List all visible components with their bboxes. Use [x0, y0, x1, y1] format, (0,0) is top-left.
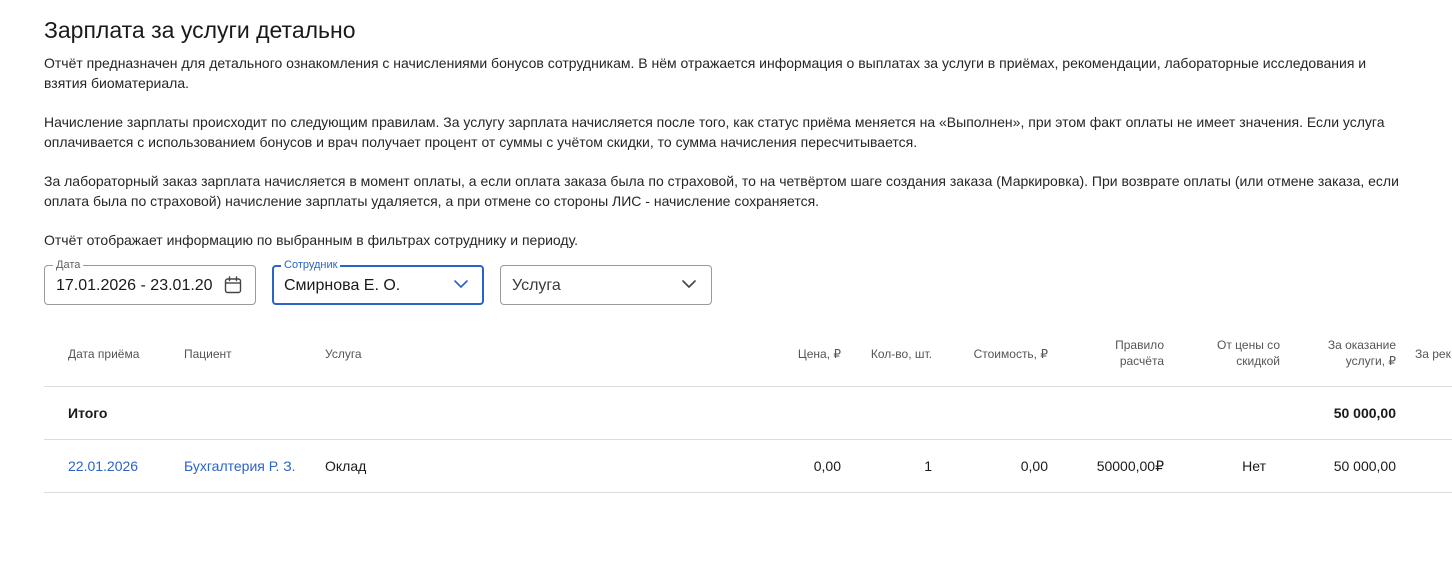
- column-header-for-service[interactable]: За оказание услуги, ₽: [1328, 337, 1396, 369]
- row-discount: Нет: [1242, 458, 1266, 474]
- column-header-rule-line2: расчёта: [1119, 354, 1164, 368]
- row-cost: 0,00: [1020, 458, 1048, 474]
- column-header-for-recommendation[interactable]: За рек: [1415, 346, 1452, 362]
- rules-paragraph: оплачивается с использованием бонусов и …: [44, 134, 918, 150]
- chevron-down-icon[interactable]: [453, 278, 469, 290]
- row-for-service: 50 000,00: [1333, 458, 1396, 474]
- column-header-patient[interactable]: Пациент: [184, 346, 232, 362]
- service-placeholder: Услуга: [512, 277, 561, 294]
- filters-note: Отчёт отображает информацию по выбранным…: [44, 232, 579, 248]
- employee-select[interactable]: Сотрудник Смирнова Е. О.: [272, 258, 484, 305]
- column-header-rule[interactable]: Правило расчёта: [1115, 337, 1164, 369]
- report-page: Зарплата за услуги детально Отчёт предна…: [44, 0, 1452, 570]
- column-header-price[interactable]: Цена, ₽: [798, 346, 841, 362]
- description-paragraph: взятия биоматериала.: [44, 75, 189, 91]
- column-header-qty[interactable]: Кол-во, шт.: [871, 346, 932, 362]
- column-header-service[interactable]: Услуга: [325, 346, 362, 362]
- employee-value: Смирнова Е. О.: [284, 277, 401, 294]
- date-range-value[interactable]: 17.01.2026 - 23.01.20: [56, 276, 213, 296]
- rules-paragraph: Начисление зарплаты происходит по следую…: [44, 114, 1385, 130]
- date-field-label: Дата: [53, 258, 84, 272]
- calendar-icon[interactable]: [223, 275, 243, 295]
- page-title: Зарплата за услуги детально: [44, 17, 356, 43]
- chevron-down-icon[interactable]: [681, 278, 697, 290]
- total-label: Итого: [68, 405, 108, 421]
- row-rule: 50000,00₽: [1096, 458, 1164, 474]
- column-header-discount[interactable]: От цены со скидкой: [1217, 337, 1280, 369]
- employee-field-label: Сотрудник: [281, 258, 341, 272]
- table-header: Дата приёма Пациент Услуга Цена, ₽ Кол-в…: [44, 330, 1452, 387]
- column-header-discount-line2: скидкой: [1236, 354, 1280, 368]
- column-header-date[interactable]: Дата приёма: [68, 346, 139, 362]
- row-patient-link[interactable]: Бухгалтерия Р. З.: [184, 457, 296, 475]
- date-range-field[interactable]: Дата 17.01.2026 - 23.01.20: [44, 258, 256, 305]
- row-qty: 1: [924, 458, 932, 474]
- table-row: 22.01.2026 Бухгалтерия Р. З. Оклад 0,00 …: [44, 440, 1452, 493]
- table-total-row: Итого 50 000,00: [44, 387, 1452, 440]
- column-header-for-service-line1: За оказание: [1327, 338, 1396, 352]
- service-select[interactable]: Услуга: [500, 265, 712, 305]
- description-paragraph: Отчёт предназначен для детального ознако…: [44, 55, 1367, 71]
- column-header-rule-line1: Правило: [1115, 338, 1164, 352]
- column-header-cost[interactable]: Стоимость, ₽: [974, 346, 1048, 362]
- lab-rules-paragraph: За лабораторный заказ зарплата начисляет…: [44, 173, 1399, 189]
- column-header-discount-line1: От цены со: [1217, 338, 1280, 352]
- row-service: Оклад: [325, 458, 367, 474]
- row-price: 0,00: [813, 458, 841, 474]
- row-date-link[interactable]: 22.01.2026: [68, 457, 138, 475]
- column-header-for-service-line2: услуги, ₽: [1345, 354, 1396, 368]
- lab-rules-paragraph: оплата была по страховой) начисление зар…: [44, 193, 820, 209]
- total-for-service: 50 000,00: [1333, 405, 1396, 421]
